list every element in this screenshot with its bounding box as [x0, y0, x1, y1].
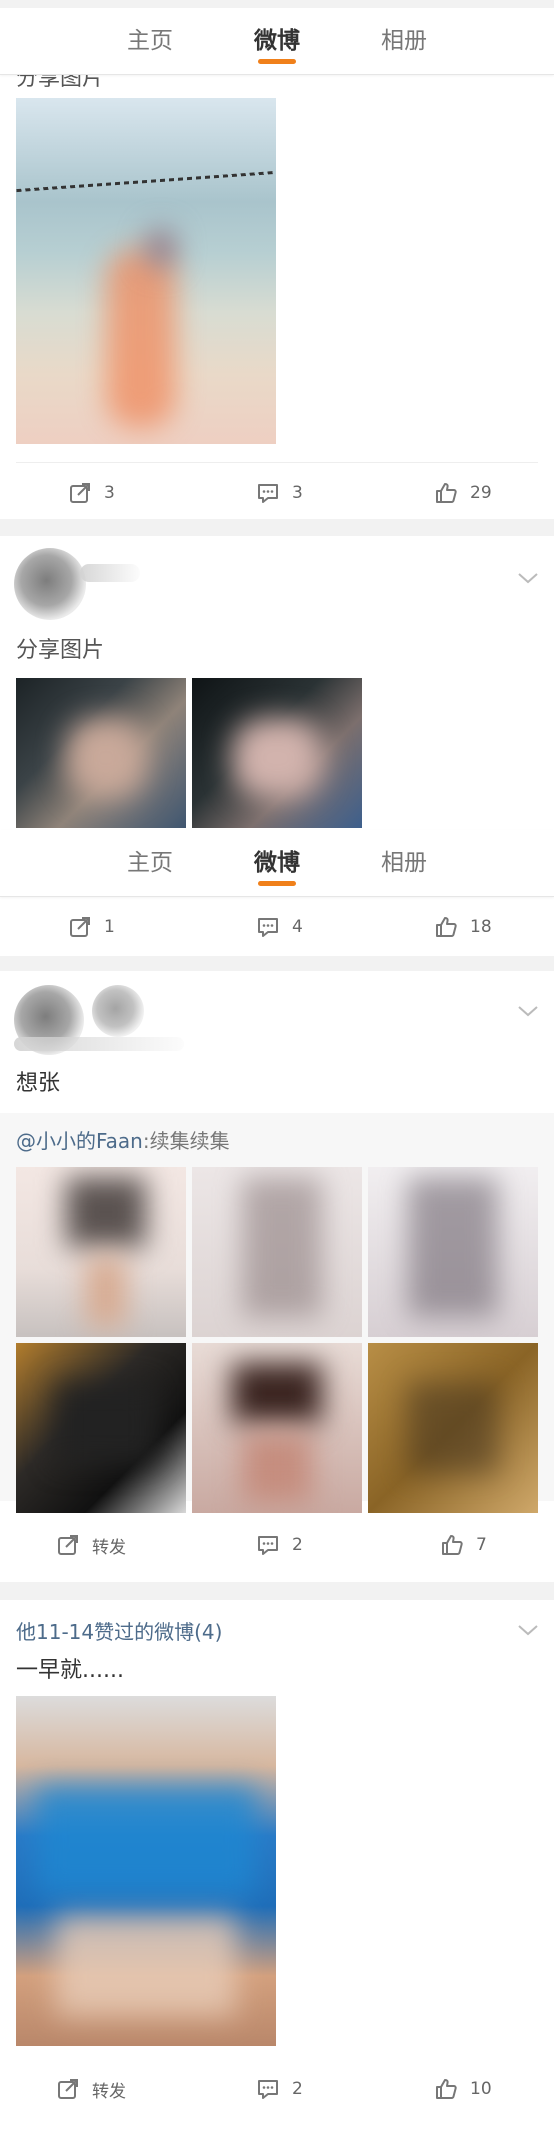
- comment-icon: [258, 484, 278, 503]
- retweet-line: @小小的Faan:续集续集: [16, 1125, 230, 1154]
- post-1-photo[interactable]: [16, 98, 276, 444]
- blurred-region: [408, 1383, 498, 1473]
- blurred-region: [232, 1363, 322, 1423]
- post-2-actions-card: 1 4 18: [0, 897, 554, 955]
- repost-icon: [70, 483, 90, 503]
- repost-count: 3: [104, 483, 115, 503]
- chevron-down-icon[interactable]: [516, 566, 540, 590]
- active-tab-indicator: [258, 881, 296, 886]
- blurred-region: [36, 1786, 256, 1896]
- comment-count: 2: [292, 1535, 303, 1555]
- post-2-photo-2[interactable]: [192, 678, 362, 828]
- like-button[interactable]: 7: [440, 1515, 487, 1575]
- tab-weibo[interactable]: 微博: [232, 8, 322, 74]
- like-count: 29: [470, 483, 492, 503]
- comment-button[interactable]: 4: [256, 897, 303, 957]
- post-card-4: 他11-14赞过的微博(4) 一早就...... 转发 2 10: [0, 1600, 554, 2131]
- retweet-photo-1[interactable]: [16, 1167, 186, 1337]
- retweet-text: :续集续集: [142, 1129, 230, 1153]
- top-tab-bar: 主页 微博 相册: [0, 8, 554, 75]
- blurred-region: [66, 1177, 146, 1247]
- blurred-head: [146, 228, 176, 268]
- comment-count: 2: [292, 2079, 303, 2099]
- retweet-box[interactable]: @小小的Faan:续集续集: [0, 1113, 554, 1513]
- blurred-region: [56, 1383, 156, 1463]
- liked-header-link[interactable]: 他11-14赞过的微博(4): [16, 1616, 222, 1645]
- post-4-text: 一早就......: [16, 1658, 124, 1683]
- post-2-actions: 1 4 18: [0, 897, 554, 957]
- chevron-down-icon[interactable]: [516, 999, 540, 1023]
- like-count: 10: [470, 2079, 492, 2099]
- post-4-photo[interactable]: [16, 1696, 276, 2046]
- repost-label: 转发: [92, 2081, 126, 2102]
- repost-icon: [58, 1535, 78, 1555]
- comment-count: 4: [292, 917, 303, 937]
- blurred-region: [242, 1177, 322, 1317]
- post-4-actions: 转发 2 10: [0, 2059, 554, 2119]
- sticky-tab-bar: 主页 微博 相册: [0, 830, 554, 897]
- tab-weibo-label: 微博: [254, 850, 300, 876]
- retweet-author-link[interactable]: @小小的Faan: [16, 1129, 143, 1153]
- retweet-photo-3[interactable]: [368, 1167, 538, 1337]
- chevron-down-icon[interactable]: [516, 1618, 540, 1642]
- retweet-photo-4[interactable]: [16, 1343, 186, 1513]
- tab-home-sticky[interactable]: 主页: [105, 830, 195, 896]
- thumbs-up-icon: [436, 2079, 457, 2099]
- blurred-region: [242, 1433, 312, 1503]
- comment-button[interactable]: 2: [256, 1515, 303, 1575]
- repost-icon: [58, 2079, 78, 2099]
- tab-weibo-sticky[interactable]: 微博: [232, 830, 322, 896]
- comment-icon: [258, 918, 278, 937]
- repost-label: 转发: [92, 1537, 126, 1558]
- post-card-1: 分享图片 3 3 29: [0, 66, 554, 519]
- like-button[interactable]: 18: [434, 897, 492, 957]
- tab-album[interactable]: 相册: [359, 8, 449, 74]
- comment-button[interactable]: 3: [256, 463, 303, 523]
- tab-weibo-label: 微博: [254, 28, 300, 54]
- tab-album-sticky[interactable]: 相册: [359, 830, 449, 896]
- blurred-region: [408, 1177, 498, 1317]
- avatar[interactable]: [14, 548, 86, 620]
- like-count: 7: [476, 1535, 487, 1555]
- blurred-region: [56, 1916, 236, 2016]
- repost-count: 1: [104, 917, 115, 937]
- like-count: 18: [470, 917, 492, 937]
- buoy-line: [16, 170, 276, 193]
- blurred-person: [106, 248, 176, 428]
- repost-button[interactable]: 3: [68, 463, 115, 523]
- thumbs-up-icon: [442, 1535, 463, 1555]
- repost-icon: [70, 917, 90, 937]
- retweet-photo-2[interactable]: [192, 1167, 362, 1337]
- tab-home[interactable]: 主页: [105, 8, 195, 74]
- post-card-3: 想张 @小小的Faan:续集续集 转发 2 7: [0, 971, 554, 1582]
- post-2-text: 分享图片: [16, 638, 105, 663]
- thumbs-up-icon: [436, 483, 457, 503]
- timestamp-blurred: [14, 1037, 184, 1051]
- repost-button[interactable]: 1: [68, 897, 115, 957]
- comment-icon: [258, 1536, 278, 1555]
- post-3-text: 想张: [16, 1071, 61, 1096]
- blurred-region: [86, 1257, 126, 1327]
- comment-icon: [258, 2080, 278, 2099]
- repost-button[interactable]: 转发: [56, 1515, 126, 1575]
- retweet-photo-5[interactable]: [192, 1343, 362, 1513]
- post-2-photo-1[interactable]: [16, 678, 186, 828]
- comment-count: 3: [292, 483, 303, 503]
- comment-button[interactable]: 2: [256, 2059, 303, 2119]
- active-tab-indicator: [258, 59, 296, 64]
- username-blurred: [80, 564, 140, 582]
- blurred-region: [66, 718, 146, 798]
- repost-button[interactable]: 转发: [56, 2059, 126, 2119]
- like-button[interactable]: 29: [434, 463, 492, 523]
- post-1-actions: 3 3 29: [0, 463, 554, 523]
- blurred-region: [232, 718, 322, 798]
- thumbs-up-icon: [436, 917, 457, 937]
- retweet-photo-6[interactable]: [368, 1343, 538, 1513]
- post-3-actions: 转发 2 7: [0, 1515, 554, 1575]
- like-button[interactable]: 10: [434, 2059, 492, 2119]
- avatar-badge-blurred: [92, 985, 144, 1037]
